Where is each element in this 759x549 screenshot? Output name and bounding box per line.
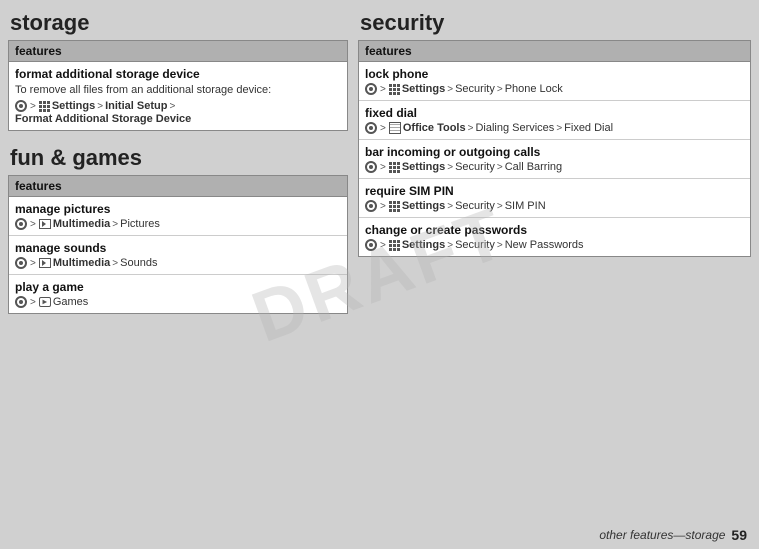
sim-pin-row: require SIM PIN > Settings > Security > … (359, 179, 750, 218)
passwords-path: > Settings > Security > New Passwords (365, 239, 744, 251)
settings-grid-icon (389, 240, 400, 251)
right-column: security features lock phone > Settings … (358, 10, 751, 517)
games-icon (39, 297, 51, 307)
path-initial-setup: Initial Setup (105, 100, 167, 112)
path-multimedia2: Multimedia (53, 257, 110, 269)
fun-title: fun & games (8, 145, 348, 171)
passwords-title: change or create passwords (365, 223, 744, 237)
manage-pictures-path: > Multimedia > Pictures (15, 218, 341, 230)
format-storage-desc: To remove all files from an additional s… (15, 83, 341, 98)
bullet-icon (365, 200, 377, 212)
bullet-icon (15, 100, 27, 112)
bullet-icon (365, 161, 377, 173)
lock-phone-row: lock phone > Settings > Security > Phone… (359, 62, 750, 101)
security-title: security (358, 10, 751, 36)
path-call-barring: Call Barring (505, 161, 562, 173)
settings-grid-icon (389, 162, 400, 173)
lock-phone-path: > Settings > Security > Phone Lock (365, 83, 744, 95)
fun-section: fun & games features manage pictures > M… (8, 145, 348, 314)
play-game-title: play a game (15, 280, 341, 294)
path-security2: Security (455, 161, 495, 173)
bar-calls-row: bar incoming or outgoing calls > Setting… (359, 140, 750, 179)
storage-table: features format additional storage devic… (8, 40, 348, 131)
sim-pin-title: require SIM PIN (365, 184, 744, 198)
lock-phone-title: lock phone (365, 67, 744, 81)
path-fixed-dial: Fixed Dial (564, 122, 613, 134)
page-number: 59 (731, 527, 747, 543)
path-office-tools: Office Tools (403, 122, 466, 134)
manage-pictures-title: manage pictures (15, 202, 341, 216)
path-settings: Settings (402, 200, 445, 212)
path-settings: Settings (402, 161, 445, 173)
multimedia-icon (39, 258, 51, 268)
fun-header: features (9, 176, 347, 197)
bullet-icon (15, 218, 27, 230)
multimedia-icon (39, 219, 51, 229)
manage-sounds-title: manage sounds (15, 241, 341, 255)
office-tools-icon (389, 122, 401, 134)
bullet-icon (365, 122, 377, 134)
path-pictures: Pictures (120, 218, 160, 230)
security-table: features lock phone > Settings > Securit… (358, 40, 751, 257)
bar-calls-title: bar incoming or outgoing calls (365, 145, 744, 159)
path-settings: Settings (402, 83, 445, 95)
storage-header: features (9, 41, 347, 62)
bullet-icon (365, 83, 377, 95)
path-sounds: Sounds (120, 257, 157, 269)
path-multimedia: Multimedia (53, 218, 110, 230)
bar-calls-path: > Settings > Security > Call Barring (365, 161, 744, 173)
path-security3: Security (455, 200, 495, 212)
path-new-passwords: New Passwords (505, 239, 584, 251)
path-games: Games (53, 296, 88, 308)
security-header: features (359, 41, 750, 62)
path-settings: Settings (52, 100, 95, 112)
manage-sounds-row: manage sounds > Multimedia > Sounds (9, 236, 347, 275)
play-game-path: > Games (15, 296, 341, 308)
path-security: Security (455, 83, 495, 95)
passwords-row: change or create passwords > Settings > … (359, 218, 750, 256)
fun-table: features manage pictures > Multimedia > … (8, 175, 348, 314)
fixed-dial-path: > Office Tools > Dialing Services > Fixe… (365, 122, 744, 134)
path-phone-lock: Phone Lock (505, 83, 563, 95)
fixed-dial-row: fixed dial > Office Tools > Dialing Serv… (359, 101, 750, 140)
bullet-icon (15, 296, 27, 308)
arrow: > (30, 101, 36, 112)
path-sim-pin: SIM PIN (505, 200, 546, 212)
path-dialing-services: Dialing Services (475, 122, 554, 134)
path-settings: Settings (402, 239, 445, 251)
manage-pictures-row: manage pictures > Multimedia > Pictures (9, 197, 347, 236)
manage-sounds-path: > Multimedia > Sounds (15, 257, 341, 269)
path-format-device: Format Additional Storage Device (15, 113, 191, 125)
bullet-icon (15, 257, 27, 269)
format-storage-row: format additional storage device To remo… (9, 62, 347, 130)
format-storage-title: format additional storage device (15, 67, 341, 81)
footer-text: other features—storage (599, 528, 725, 542)
fixed-dial-title: fixed dial (365, 106, 744, 120)
play-game-row: play a game > Games (9, 275, 347, 313)
settings-grid-icon (39, 101, 50, 112)
format-storage-path: > Settings > Initial Setup > Format Addi… (15, 100, 341, 125)
bullet-icon (365, 239, 377, 251)
sim-pin-path: > Settings > Security > SIM PIN (365, 200, 744, 212)
footer: other features—storage 59 (0, 521, 759, 549)
settings-grid-icon (389, 84, 400, 95)
storage-title: storage (8, 10, 348, 36)
settings-grid-icon (389, 201, 400, 212)
path-security4: Security (455, 239, 495, 251)
left-column: storage features format additional stora… (8, 10, 348, 517)
